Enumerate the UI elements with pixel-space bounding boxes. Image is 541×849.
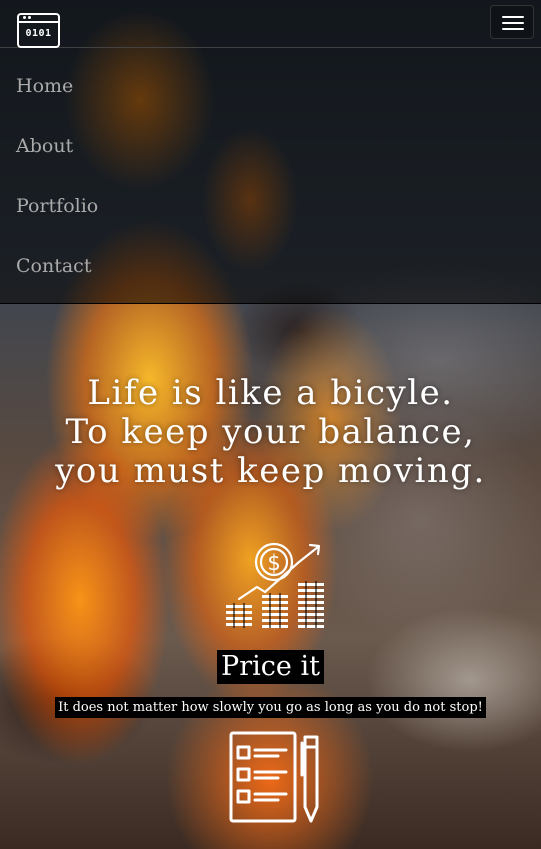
nav-item-portfolio[interactable]: Portfolio bbox=[0, 176, 98, 236]
page: 0101 Home About Portfolio Contact Life i… bbox=[0, 0, 541, 849]
feature-title: Price it bbox=[0, 650, 541, 684]
checklist-pen-icon bbox=[229, 731, 319, 823]
nav-item-contact[interactable]: Contact bbox=[0, 236, 98, 296]
hamburger-bar bbox=[502, 22, 524, 24]
brand-bar: 0101 bbox=[0, 0, 541, 48]
svg-text:$: $ bbox=[267, 551, 280, 575]
hamburger-bar bbox=[502, 16, 524, 18]
hero-quote-line: To keep your balance, bbox=[65, 412, 476, 452]
feature-description-text: It does not matter how slowly you go as … bbox=[55, 697, 486, 718]
menu-toggle-button[interactable] bbox=[490, 5, 534, 39]
logo-text: 0101 bbox=[25, 28, 52, 39]
feature-description: It does not matter how slowly you go as … bbox=[0, 696, 541, 718]
hero-quote-line: Life is like a bicyle. bbox=[87, 373, 454, 413]
nav-item-about[interactable]: About bbox=[0, 116, 98, 176]
logo-window-dots bbox=[23, 16, 26, 19]
logo-icon[interactable]: 0101 bbox=[17, 13, 60, 48]
navbar: 0101 Home About Portfolio Contact bbox=[0, 0, 541, 304]
hero-quote-line: you must keep moving. bbox=[55, 451, 486, 491]
money-growth-icon: $ bbox=[226, 542, 324, 628]
hamburger-bar bbox=[502, 28, 524, 30]
nav-item-home[interactable]: Home bbox=[0, 56, 98, 116]
feature-title-text: Price it bbox=[217, 650, 324, 684]
hero-quote: Life is like a bicyle. To keep your bala… bbox=[0, 374, 541, 491]
nav-menu: Home About Portfolio Contact bbox=[0, 56, 98, 326]
